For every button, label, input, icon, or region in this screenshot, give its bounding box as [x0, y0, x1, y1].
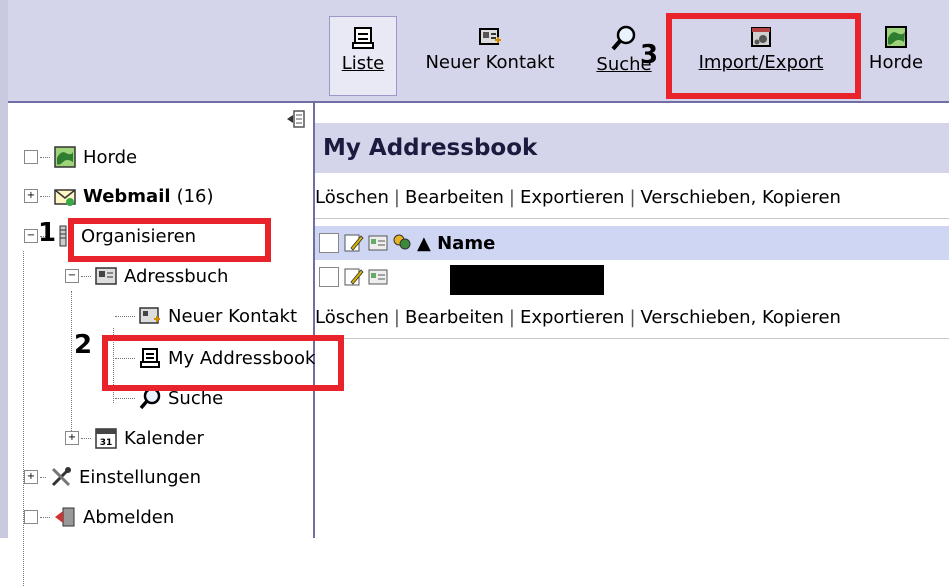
tree-guide-line	[71, 291, 72, 431]
svg-text:31: 31	[100, 438, 113, 448]
logout-icon	[55, 507, 75, 527]
edit-icon	[344, 234, 364, 252]
annotation-number-2: 2	[74, 330, 93, 360]
mail-icon	[54, 189, 76, 206]
search-icon	[611, 25, 636, 51]
calendar-icon: 31	[95, 428, 117, 449]
tree-connector	[40, 476, 46, 478]
sidebar-item-label: Abmelden	[83, 506, 175, 528]
vcard-icon[interactable]	[367, 266, 389, 288]
sidebar-item-horde[interactable]: Horde	[24, 140, 137, 174]
tools-icon	[51, 467, 71, 487]
separator: |	[629, 187, 636, 208]
annotation-box-my-addressbook	[102, 335, 344, 391]
tree-connector	[40, 195, 50, 197]
delete-link[interactable]: Löschen	[315, 307, 389, 328]
name-column-header[interactable]: ▲ Name	[417, 233, 495, 254]
expand-toggle-icon[interactable]: +	[65, 431, 79, 445]
sidebar-item-abmelden[interactable]: Abmelden	[24, 500, 174, 534]
horde-icon	[54, 146, 76, 168]
toolbar-new-contact-button[interactable]: Neuer Kontakt	[400, 16, 580, 94]
new-contact-icon	[139, 307, 160, 324]
sidebar-item-label: Kalender	[124, 427, 204, 449]
edit-icon[interactable]	[343, 266, 365, 288]
expand-toggle-icon[interactable]: +	[24, 189, 38, 203]
addressbook-icon	[95, 267, 117, 285]
collapse-sidebar-icon[interactable]	[286, 109, 306, 129]
separator: |	[393, 307, 400, 328]
tree-connector	[115, 315, 135, 317]
navigation-sidebar: Horde + Webmail (16) − Organisieren − Ad…	[8, 103, 315, 586]
sidebar-item-label: Neuer Kontakt	[168, 305, 298, 327]
sidebar-item-webmail[interactable]: + Webmail (16)	[24, 179, 214, 213]
separator: |	[508, 307, 515, 328]
annotation-number-3: 3	[640, 40, 659, 70]
move-copy-link[interactable]: Verschieben, Kopieren	[641, 307, 841, 328]
tree-node-box	[24, 150, 38, 164]
separator: |	[629, 307, 636, 328]
new-contact-icon	[479, 28, 501, 45]
vcard-icon	[368, 235, 388, 251]
left-edge-strip	[0, 0, 8, 538]
export-link[interactable]: Exportieren	[520, 307, 624, 328]
main-content: My Addressbook Löschen | Bearbeiten | Export…	[315, 103, 949, 538]
collapse-toggle-icon[interactable]: −	[65, 269, 79, 283]
sidebar-item-label: Horde	[83, 146, 138, 168]
sidebar-item-neuer-kontakt[interactable]: Neuer Kontakt	[113, 299, 297, 333]
separator: |	[393, 187, 400, 208]
tree-guide-line	[23, 251, 24, 586]
toolbar-horde-button[interactable]: Horde	[856, 16, 936, 94]
tree-connector	[40, 516, 50, 518]
collapse-toggle-icon[interactable]: −	[24, 229, 38, 243]
tree-node-box	[24, 510, 38, 524]
tree-connector	[81, 275, 91, 277]
sidebar-item-label: Adressbuch	[124, 265, 229, 287]
table-header: ▲ Name	[315, 226, 949, 260]
horde-icon	[885, 26, 907, 48]
toolbar-horde-label: Horde	[868, 52, 924, 73]
separator: |	[508, 187, 515, 208]
sidebar-item-einstellungen[interactable]: + Einstellungen	[24, 460, 201, 494]
unread-count: (16)	[176, 185, 214, 207]
select-all-checkbox[interactable]	[319, 233, 339, 253]
edit-link[interactable]: Bearbeiten	[405, 187, 504, 208]
toolbar-list-button[interactable]: Liste	[329, 16, 397, 96]
contact-type-icon	[393, 234, 411, 250]
sidebar-item-label: Einstellungen	[79, 466, 202, 488]
tree-connector	[115, 397, 135, 399]
list-icon	[352, 27, 374, 49]
toolbar-new-contact-label: Neuer Kontakt	[425, 52, 555, 73]
table-row[interactable]	[315, 260, 949, 295]
tree-connector	[81, 437, 91, 439]
edit-link[interactable]: Bearbeiten	[405, 307, 504, 328]
delete-link[interactable]: Löschen	[315, 187, 389, 208]
annotation-box-organisieren	[68, 218, 271, 262]
expand-toggle-icon[interactable]: +	[24, 470, 38, 484]
action-bar-bottom: Löschen | Bearbeiten | Exportieren | Verschieb…	[315, 298, 949, 339]
sidebar-item-adressbuch[interactable]: − Adressbuch	[65, 259, 228, 293]
annotation-number-1: 1	[38, 218, 57, 248]
row-checkbox[interactable]	[319, 267, 339, 287]
sidebar-item-kalender[interactable]: + 31 Kalender	[65, 421, 204, 455]
move-copy-link[interactable]: Verschieben, Kopieren	[641, 187, 841, 208]
toolbar-list-label: Liste	[341, 53, 385, 74]
sidebar-item-label: Webmail	[83, 185, 171, 207]
export-link[interactable]: Exportieren	[520, 187, 624, 208]
action-bar-top: Löschen | Bearbeiten | Exportieren | Verschieb…	[315, 178, 949, 219]
tree-connector	[40, 156, 50, 158]
redacted-name	[450, 265, 604, 295]
annotation-box-import-export	[666, 13, 861, 99]
page-title: My Addressbook	[315, 123, 949, 173]
